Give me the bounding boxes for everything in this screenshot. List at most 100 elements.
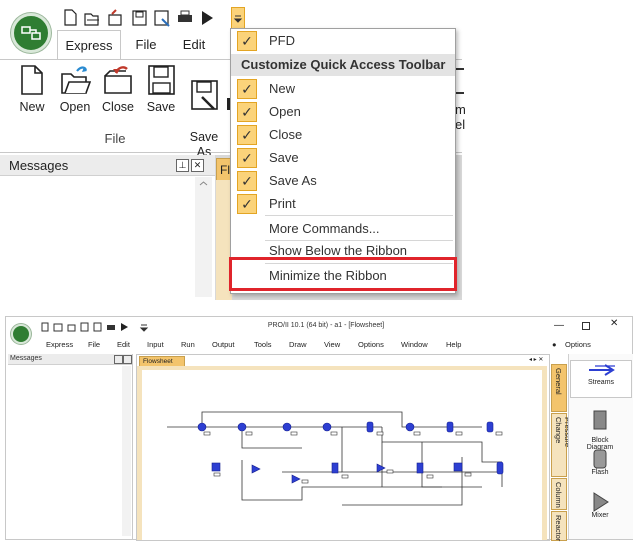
menu-item-print[interactable]: ✓ Print bbox=[231, 192, 455, 215]
messages-pane: Messages ⊥ ✕ bbox=[0, 155, 215, 300]
palette-streams[interactable]: Streams bbox=[570, 360, 632, 398]
tab-edit[interactable]: Edit bbox=[172, 30, 216, 60]
menu-item-new[interactable]: ✓ New bbox=[231, 77, 455, 100]
menu-item-open[interactable]: ✓ Open bbox=[231, 100, 455, 123]
qat-new-icon bbox=[64, 9, 77, 26]
menu-item-more-commands[interactable]: More Commands... bbox=[231, 217, 455, 240]
menu-output[interactable]: Output bbox=[212, 340, 235, 349]
mixer-icon bbox=[593, 492, 609, 512]
side-tab-reactor[interactable]: Reactor bbox=[551, 511, 567, 541]
tab-scroll-icons[interactable]: ◂ ▸ ✕ bbox=[529, 356, 543, 363]
quick-access-toolbar-small bbox=[41, 322, 161, 332]
close-icon[interactable]: ✕ bbox=[191, 159, 204, 172]
vessel-icon bbox=[416, 462, 424, 474]
qat-open-icon bbox=[84, 13, 99, 26]
messages-title: Messages bbox=[10, 355, 42, 362]
palette-block-diagram[interactable]: Block Diagram bbox=[570, 403, 630, 451]
pump-icon bbox=[322, 422, 332, 432]
check-icon: ✓ bbox=[237, 171, 257, 191]
menu-item-save-as[interactable]: ✓ Save As bbox=[231, 169, 455, 192]
pump-icon bbox=[237, 422, 247, 432]
vessel-icon bbox=[446, 421, 454, 433]
streams-icon bbox=[589, 364, 615, 376]
block-diagram-icon bbox=[593, 410, 607, 430]
pin-icon[interactable]: ⊥ bbox=[176, 159, 189, 172]
valve-icon bbox=[251, 464, 261, 474]
messages-scrollbar[interactable] bbox=[195, 177, 212, 297]
open-folder-icon bbox=[61, 66, 91, 94]
menu-item-save[interactable]: ✓ Save bbox=[231, 146, 455, 169]
messages-title: Messages bbox=[9, 158, 69, 173]
qat-save-as-icon bbox=[93, 322, 102, 332]
help-icon: ● bbox=[552, 340, 557, 349]
menu-window[interactable]: Window bbox=[401, 340, 428, 349]
qat-customize-menu: ✓ PFD Customize Quick Access Toolbar ✓ N… bbox=[230, 28, 456, 294]
qat-close-icon bbox=[67, 324, 76, 332]
menu-edit[interactable]: Edit bbox=[117, 340, 130, 349]
messages-pane: Messages bbox=[8, 354, 133, 539]
check-icon: ✓ bbox=[237, 31, 257, 51]
check-icon: ✓ bbox=[237, 102, 257, 122]
new-button[interactable]: New bbox=[12, 64, 52, 115]
menu-tools[interactable]: Tools bbox=[254, 340, 272, 349]
vessel-icon bbox=[366, 421, 374, 433]
menu-item-close[interactable]: ✓ Close bbox=[231, 123, 455, 146]
vessel-icon bbox=[331, 462, 339, 474]
palette-mixer[interactable]: Mixer bbox=[570, 492, 630, 519]
flowsheet-canvas[interactable] bbox=[142, 370, 542, 540]
menu-file[interactable]: File bbox=[88, 340, 100, 349]
qat-run-icon bbox=[121, 323, 128, 331]
options-dropdown[interactable]: Options bbox=[565, 340, 591, 349]
close-icon[interactable] bbox=[123, 355, 132, 364]
vessel-icon bbox=[496, 461, 504, 475]
check-icon: ✓ bbox=[237, 79, 257, 99]
menu-input[interactable]: Input bbox=[147, 340, 164, 349]
pin-icon[interactable] bbox=[114, 355, 123, 364]
ribbon-group-label: File bbox=[104, 131, 126, 146]
valve-icon bbox=[291, 474, 301, 484]
pump-icon bbox=[405, 422, 415, 432]
qat-dropdown-button[interactable] bbox=[231, 7, 245, 29]
qat-save-icon bbox=[80, 322, 89, 332]
flash-icon bbox=[593, 449, 607, 469]
side-tab-column[interactable]: Column bbox=[551, 478, 567, 510]
qat-print-icon bbox=[107, 325, 115, 330]
menu-draw[interactable]: Draw bbox=[289, 340, 307, 349]
chevron-down-icon bbox=[233, 15, 243, 23]
close-window-icon[interactable]: ✕ bbox=[610, 318, 618, 329]
close-button[interactable]: Close bbox=[98, 64, 138, 115]
tab-express[interactable]: Express bbox=[57, 30, 121, 61]
maximize-window-icon[interactable] bbox=[582, 322, 590, 330]
menu-header: Customize Quick Access Toolbar bbox=[231, 54, 455, 76]
tab-file[interactable]: File bbox=[126, 30, 166, 60]
pump-icon bbox=[282, 422, 292, 432]
save-icon bbox=[148, 65, 175, 95]
qat-new-icon bbox=[41, 322, 49, 332]
vessel-icon bbox=[486, 421, 494, 433]
save-button[interactable]: Save bbox=[141, 64, 181, 115]
new-file-icon bbox=[21, 65, 43, 95]
menu-view[interactable]: View bbox=[324, 340, 340, 349]
hidden-ribbon-label-el: el bbox=[455, 117, 466, 132]
menu-options[interactable]: Options bbox=[358, 340, 384, 349]
menu-help[interactable]: Help bbox=[446, 340, 461, 349]
minimize-window-icon[interactable]: — bbox=[554, 320, 564, 331]
menu-express[interactable]: Express bbox=[46, 340, 73, 349]
block-icon bbox=[453, 462, 463, 472]
check-icon: ✓ bbox=[237, 194, 257, 214]
messages-scrollbar[interactable] bbox=[122, 366, 131, 536]
close-file-icon bbox=[104, 66, 132, 94]
palette-flash[interactable]: Flash bbox=[570, 449, 630, 476]
menu-bar: Express File Edit Input Run Output Tools… bbox=[6, 340, 632, 352]
side-tab-general[interactable]: General bbox=[551, 364, 567, 412]
side-tab-pressure-change[interactable]: Pressure Change bbox=[551, 413, 572, 477]
quick-access-toolbar bbox=[63, 9, 238, 27]
menu-item-pfd[interactable]: ✓ PFD bbox=[231, 29, 455, 52]
flowsheet-document: Flowsheet ◂ ▸ ✕ bbox=[136, 354, 550, 541]
window-title: PRO/II 10.1 (64 bit) - a1 - [Flowsheet] bbox=[267, 322, 385, 329]
menu-run[interactable]: Run bbox=[181, 340, 195, 349]
open-button[interactable]: Open bbox=[55, 64, 95, 115]
chevron-up-icon bbox=[199, 181, 208, 186]
app-logo-icon[interactable] bbox=[11, 13, 51, 53]
qat-close-icon bbox=[108, 9, 122, 26]
